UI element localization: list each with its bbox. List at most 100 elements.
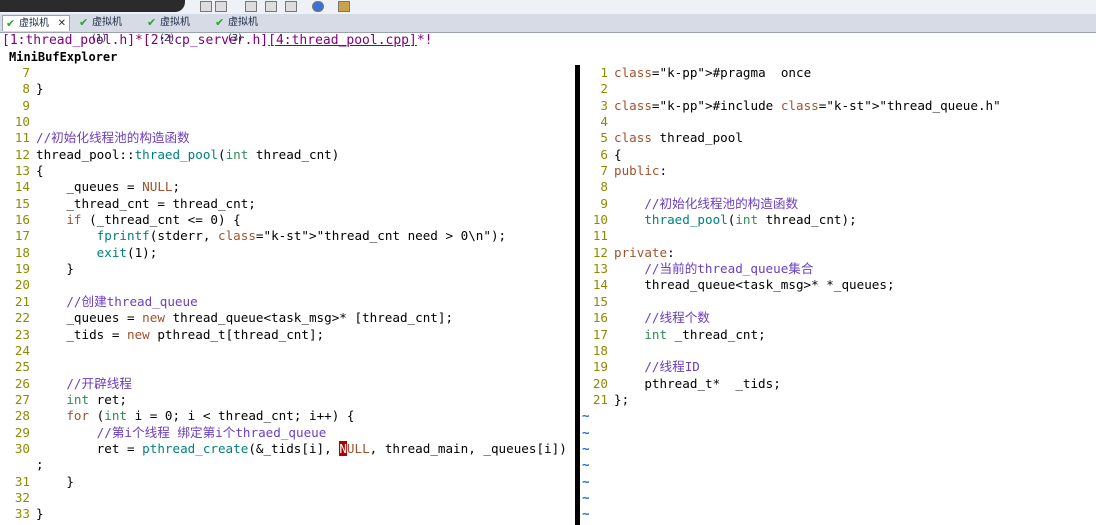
line-text: ; xyxy=(36,457,44,473)
code-line[interactable]: 13 //当前的thread_queue集合 xyxy=(582,261,1094,277)
line-number: 9 xyxy=(600,195,608,211)
code-line[interactable]: 4 xyxy=(582,114,1094,130)
line-number: 29 xyxy=(14,424,30,440)
code-line[interactable]: 10 xyxy=(4,114,572,130)
vm-tab-0[interactable]: ✔ 虚拟机 ✕ xyxy=(2,15,70,31)
line-number: 30 xyxy=(14,440,30,456)
line-text: //当前的thread_queue集合 xyxy=(644,261,814,277)
code-line[interactable]: 5 class thread_pool xyxy=(582,130,1094,146)
code-line[interactable]: 11 xyxy=(582,228,1094,244)
code-line[interactable]: 20 pthread_t* _tids; xyxy=(582,376,1094,392)
code-line[interactable]: 32 xyxy=(4,490,572,506)
check-icon: ✔ xyxy=(147,16,157,29)
code-line[interactable]: 17 fprintf(stderr, class="k-st">"thread_… xyxy=(4,228,572,244)
vertical-split-divider[interactable] xyxy=(575,65,580,525)
code-line[interactable]: 26 //开辟线程 xyxy=(4,376,572,392)
toolbar-icon[interactable] xyxy=(200,1,212,12)
code-line[interactable]: 27 int ret; xyxy=(4,392,572,408)
code-line[interactable]: 31 } xyxy=(4,474,572,490)
code-line[interactable]: 12 thread_pool::thraed_pool(int thread_cn… xyxy=(4,147,572,163)
code-line[interactable]: 9 //初始化线程池的构造函数 xyxy=(582,196,1094,212)
toolbar-icon[interactable] xyxy=(215,1,227,12)
code-line[interactable]: 28 for (int i = 0; i < thread_cnt; i++) … xyxy=(4,408,572,424)
code-line[interactable]: 25 xyxy=(4,359,572,375)
line-text: int _thread_cnt; xyxy=(644,326,766,342)
vm-tab-strip: ✔ 虚拟机 ✕ ✔ 虚拟机 (1) ✔ 虚拟机 (2) ✔ 虚拟机 (3) xyxy=(0,14,1096,45)
code-line[interactable]: 8} xyxy=(4,81,572,97)
right-editor-pane[interactable]: 1 class="k-pp">#pragma once 2 3 class="k-pp"… xyxy=(582,65,1094,523)
line-number: 14 xyxy=(14,179,30,195)
vm-tab-3[interactable]: ✔ 虚拟机 (3) xyxy=(212,15,278,45)
line-text: _queues = NULL; xyxy=(36,179,181,195)
code-line[interactable]: 19 //线程ID xyxy=(582,359,1094,375)
line-text: class="k-pp">#pragma once xyxy=(614,65,812,80)
tilde-marker: ~ xyxy=(582,424,590,440)
code-line[interactable]: 7 public: xyxy=(582,163,1094,179)
toolbar-icon[interactable] xyxy=(245,1,257,12)
code-line[interactable]: 2 xyxy=(582,81,1094,97)
code-line[interactable]: 24 xyxy=(4,343,572,359)
code-line[interactable]: 15 xyxy=(582,294,1094,310)
code-line[interactable]: 9 xyxy=(4,98,572,114)
line-text: ret = pthread_create(&_tids[i], NULL, th… xyxy=(36,440,567,456)
line-number: 13 xyxy=(14,163,30,179)
code-line[interactable]: 15 _thread_cnt = thread_cnt; xyxy=(4,196,572,212)
line-number: 7 xyxy=(22,65,30,80)
code-line[interactable]: 30 ret = pthread_create(&_tids[i], NULL,… xyxy=(4,440,572,457)
line-number: 5 xyxy=(600,130,608,146)
toolbar-overlay xyxy=(0,0,185,12)
code-line[interactable]: 7 xyxy=(4,65,572,81)
code-line[interactable]: 14 thread_queue<task_msg>* *_queues; xyxy=(582,277,1094,293)
line-text: } xyxy=(36,81,44,97)
code-line[interactable]: 19 } xyxy=(4,261,572,277)
code-line[interactable]: 10 thraed_pool(int thread_cnt); xyxy=(582,212,1094,228)
code-line[interactable]: 6{ xyxy=(582,147,1094,163)
code-line[interactable]: 8 xyxy=(582,179,1094,195)
line-text: class="k-pp">#include class="k-st">"thre… xyxy=(614,97,1001,113)
line-number: 8 xyxy=(22,81,30,97)
empty-buffer-line: ~ xyxy=(582,506,1094,522)
code-line[interactable]: 20 xyxy=(4,277,572,293)
code-line[interactable]: ; xyxy=(4,457,572,473)
toolbar-icon[interactable] xyxy=(285,1,297,12)
code-line[interactable]: 14 _queues = NULL; xyxy=(4,179,572,195)
code-line[interactable]: 12 private: xyxy=(582,245,1094,261)
left-editor-pane[interactable]: 7 8} 9 10 11//初始化线程池的构造函数 12 thread_pool::thra… xyxy=(4,65,572,523)
line-number: 32 xyxy=(14,489,30,505)
code-line[interactable]: 16 //线程个数 xyxy=(582,310,1094,326)
buffer-tab-2[interactable]: [2:tcp_server.h] xyxy=(143,33,268,48)
console-icon[interactable] xyxy=(338,1,350,12)
help-icon[interactable] xyxy=(312,1,324,12)
line-number: 3 xyxy=(600,97,608,113)
code-line[interactable]: 18 xyxy=(582,343,1094,359)
buffer-tab-1[interactable]: [1:thread_pool.h]* xyxy=(2,33,143,48)
code-line[interactable]: 13 { xyxy=(4,163,572,179)
vm-tab-label: 虚拟机 xyxy=(19,18,49,29)
empty-buffer-line: ~ xyxy=(582,457,1094,473)
code-line[interactable]: 3 class="k-pp">#include class="k-st">"thr… xyxy=(582,98,1094,114)
code-line[interactable]: 11 //初始化线程池的构造函数 xyxy=(4,130,572,146)
code-line[interactable]: 23 _tids = new pthread_t[thread_cnt]; xyxy=(4,327,572,343)
toolbar-icon[interactable] xyxy=(265,1,277,12)
code-line[interactable]: 21}; xyxy=(582,392,1094,408)
code-line[interactable]: 18 exit(1); xyxy=(4,245,572,261)
code-line[interactable]: 1 class="k-pp">#pragma once xyxy=(582,65,1094,81)
line-number: 15 xyxy=(14,195,30,211)
code-line[interactable]: 16 if (_thread_cnt <= 0) { xyxy=(4,212,572,228)
line-text: thread_queue<task_msg>* *_queues; xyxy=(614,277,895,293)
code-line[interactable]: 29 //第i个线程 绑定第i个thraed_queue xyxy=(4,425,572,441)
line-number: 17 xyxy=(592,326,608,342)
code-line[interactable]: 33} xyxy=(4,506,572,522)
code-line[interactable]: 21 //创建thread_queue xyxy=(4,294,572,310)
close-icon[interactable]: ✕ xyxy=(58,16,66,32)
vm-tab-2[interactable]: ✔ 虚拟机 (2) xyxy=(144,15,210,45)
line-number: 1 xyxy=(600,65,608,80)
line-number: 2 xyxy=(600,81,608,97)
code-line[interactable]: 17 int _thread_cnt; xyxy=(582,327,1094,343)
empty-buffer-line: ~ xyxy=(582,425,1094,441)
buffer-tab-3[interactable]: [4:thread_pool.cpp] xyxy=(268,33,417,48)
code-line[interactable]: 22 _queues = new thread_queue<task_msg>*… xyxy=(4,310,572,326)
line-text: }; xyxy=(614,391,630,407)
line-number: 25 xyxy=(14,359,30,375)
vm-tab-1[interactable]: ✔ 虚拟机 (1) xyxy=(76,15,142,45)
